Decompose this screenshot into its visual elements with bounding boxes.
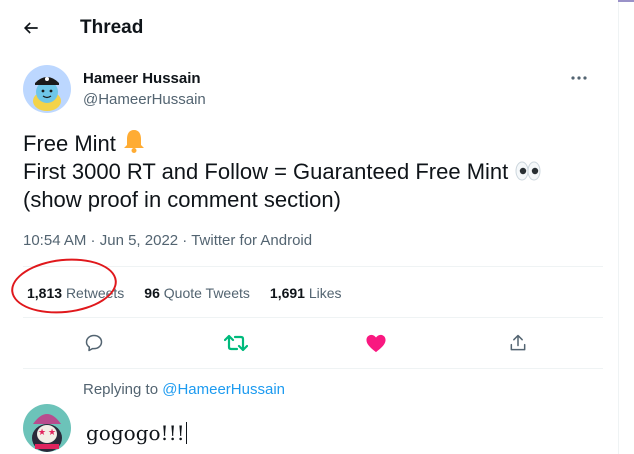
- quotes-count: 96: [144, 285, 160, 301]
- reply-avatar[interactable]: ★ ★: [23, 404, 71, 452]
- quotes-stat[interactable]: 96 Quote Tweets: [144, 285, 250, 301]
- tweet-text: Free Mint First 3000 RT and Follow = Gua…: [23, 128, 603, 214]
- tweet-line-2-text: First 3000 RT and Follow = Guaranteed Fr…: [23, 159, 509, 184]
- reply-button[interactable]: [80, 329, 108, 357]
- annotation-circle: [8, 253, 120, 319]
- retweet-icon: [224, 334, 248, 352]
- tweet-line-3: (show proof in comment section): [23, 187, 341, 212]
- divider: [23, 266, 603, 267]
- eyes-icon: [515, 161, 541, 181]
- share-button[interactable]: [504, 329, 532, 357]
- tweet-line-1: Free Mint: [23, 128, 603, 158]
- reply-text-input[interactable]: gogogo!!!: [86, 421, 187, 445]
- divider: [23, 368, 603, 369]
- reply-icon: [85, 334, 103, 352]
- likes-label: Likes: [308, 285, 342, 301]
- share-icon: [510, 334, 526, 351]
- thread-header: Thread: [0, 0, 618, 53]
- more-dots-icon: [571, 76, 587, 80]
- back-button[interactable]: [14, 11, 48, 45]
- reply-avatar-image: ★ ★: [23, 404, 71, 452]
- tweet-line-2: First 3000 RT and Follow = Guaranteed Fr…: [23, 158, 603, 186]
- heart-icon: [366, 334, 386, 353]
- thread-panel: Thread Hameer Hussain @HameerHussain Fre…: [0, 0, 618, 454]
- meta-separator: ·: [178, 232, 192, 249]
- replying-prefix: Replying to: [83, 381, 163, 398]
- like-button[interactable]: [362, 329, 390, 357]
- reply-input-value: gogogo!!!: [86, 421, 185, 445]
- author-name[interactable]: Hameer Hussain: [83, 70, 201, 87]
- page-title: Thread: [80, 17, 144, 38]
- retweet-button[interactable]: [222, 329, 250, 357]
- more-options-button[interactable]: [566, 68, 592, 88]
- quotes-label: Quote Tweets: [163, 285, 250, 301]
- bell-icon: [124, 130, 145, 153]
- arrow-left-icon: [23, 22, 38, 34]
- panel-border: [618, 0, 619, 454]
- text-caret: [185, 422, 187, 444]
- replying-mention-link[interactable]: @HameerHussain: [162, 381, 285, 398]
- tweet-time[interactable]: 10:54 AM: [23, 232, 86, 249]
- tweet-meta: 10:54 AM · Jun 5, 2022 · Twitter for And…: [23, 232, 312, 249]
- svg-text:★: ★: [48, 428, 56, 438]
- replying-to: Replying to @HameerHussain: [83, 381, 285, 398]
- likes-count: 1,691: [269, 285, 305, 301]
- tweet-actions: [0, 329, 618, 357]
- avatar-image: [23, 65, 71, 113]
- likes-stat[interactable]: 1,691 Likes: [270, 285, 342, 301]
- tweet-line-1-text: Free Mint: [23, 131, 116, 156]
- meta-separator: ·: [86, 232, 100, 249]
- author-handle[interactable]: @HameerHussain: [83, 91, 206, 108]
- divider: [23, 317, 603, 318]
- svg-text:★: ★: [38, 428, 46, 438]
- tweet-date[interactable]: Jun 5, 2022: [100, 232, 178, 249]
- scrollbar-accent: [618, 0, 634, 2]
- tweet-source: Twitter for Android: [191, 232, 313, 249]
- author-avatar[interactable]: [23, 65, 71, 113]
